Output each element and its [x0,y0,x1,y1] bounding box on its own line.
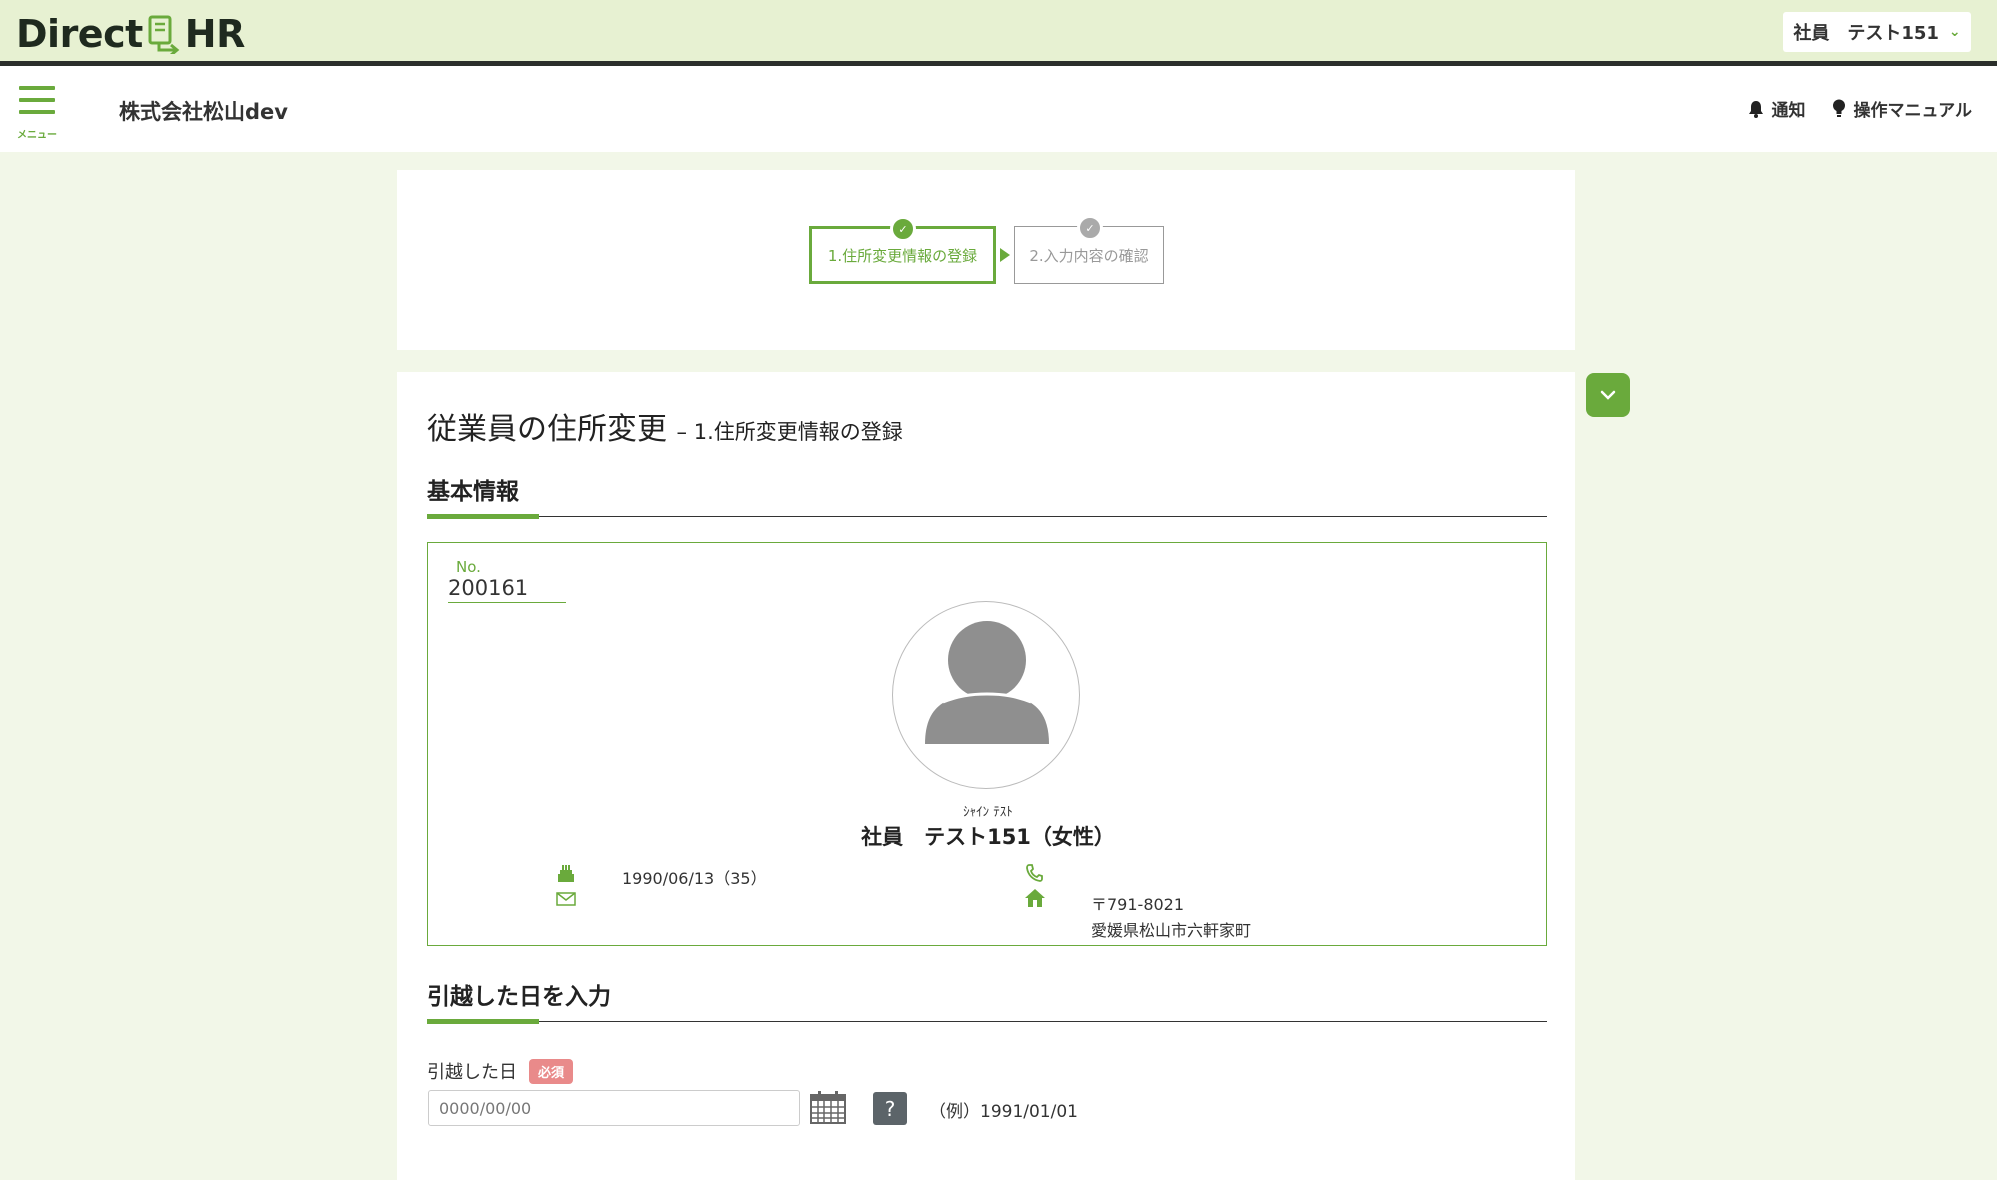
company-name: 株式会社松山dev [119,100,288,124]
move-date-label: 引越した日 必須 [427,1058,574,1084]
home-icon [1024,888,1046,912]
address-value: 愛媛県松山市六軒家町 [1091,921,1252,940]
page-subtitle: – 1.住所変更情報の登録 [676,420,903,444]
hamburger-icon-bar [19,98,55,102]
collapse-toggle-button[interactable] [1586,373,1630,417]
move-date-label-text: 引越した日 [427,1062,517,1083]
hamburger-icon-bar [19,110,55,114]
menu-label: メニュー [17,130,57,141]
chevron-down-icon [1600,390,1616,400]
check-icon: ✓ [1077,215,1103,241]
directhr-logo[interactable]: Direct HR [16,12,245,56]
hamburger-icon [19,86,55,90]
page-title: 従業員の住所変更 – 1.住所変更情報の登録 [427,404,903,448]
employee-name: 社員 テスト151（女性） [861,825,1115,849]
user-menu-button[interactable]: 社員 テスト151 ⌄ [1783,12,1971,52]
user-name: 社員 テスト151 [1793,23,1939,44]
step-2-label: 2.入力内容の確認 [1029,246,1149,265]
hamburger-menu-button[interactable]: メニュー [17,86,57,141]
step-arrow-icon [1000,248,1010,262]
employee-kana: ｼｬｲﾝ ﾃｽﾄ [963,805,1013,820]
lightbulb-icon [1832,99,1845,117]
postal-code: 〒791-8021 [1091,895,1185,914]
help-button[interactable]: ? [873,1092,907,1125]
section-header-move-date: 引越した日を入力 [427,971,1547,1024]
section-title: 引越した日を入力 [427,984,611,1010]
date-example-text: （例）1991/01/01 [929,1102,1078,1122]
employee-number-value: 200161 [448,576,529,600]
move-date-input[interactable] [428,1090,800,1126]
section-accent-bar [427,1019,539,1024]
required-badge: 必須 [529,1058,574,1084]
person-avatar-icon [925,621,1049,744]
logo-text-direct: Direct [16,12,143,56]
step-progress-card: 1.住所変更情報の登録 ✓ 2.入力内容の確認 ✓ [397,170,1575,350]
envelope-icon [556,891,576,911]
top-header: Direct HR 社員 テスト151 ⌄ [0,0,1997,66]
section-title: 基本情報 [427,479,519,505]
phone-icon [1025,863,1043,887]
logo-text-hr: HR [184,12,246,56]
section-header-basic-info: 基本情報 [427,466,1547,519]
employee-number-label: No. [456,558,481,576]
page-title-main: 従業員の住所変更 [427,412,667,447]
calendar-icon[interactable] [810,1090,846,1128]
chevron-down-icon: ⌄ [1948,24,1961,40]
section-accent-bar [427,514,539,519]
navigation-bar: メニュー 株式会社松山dev 通知 操作マニュアル [0,66,1997,152]
employee-number: No. 200161 [448,557,566,603]
manual-link[interactable]: 操作マニュアル [1832,96,1973,121]
check-icon: ✓ [890,216,916,242]
manual-label: 操作マニュアル [1853,101,1973,121]
notification-link[interactable]: 通知 [1748,96,1806,121]
nav-right-links: 通知 操作マニュアル [1748,96,1973,121]
main-content-card: 従業員の住所変更 – 1.住所変更情報の登録 基本情報 No. 200161 ｼ… [397,372,1575,1180]
logo-document-icon [148,15,180,54]
birthday-cake-icon [556,863,576,887]
step-1-label: 1.住所変更情報の登録 [827,246,978,265]
employee-info-box: No. 200161 ｼｬｲﾝ ﾃｽﾄ 社員 テスト151（女性） 1990/0… [427,542,1547,946]
birthday-value: 1990/06/13（35） [622,869,767,888]
avatar [892,601,1080,789]
bell-icon [1748,100,1763,118]
notification-label: 通知 [1771,101,1806,121]
